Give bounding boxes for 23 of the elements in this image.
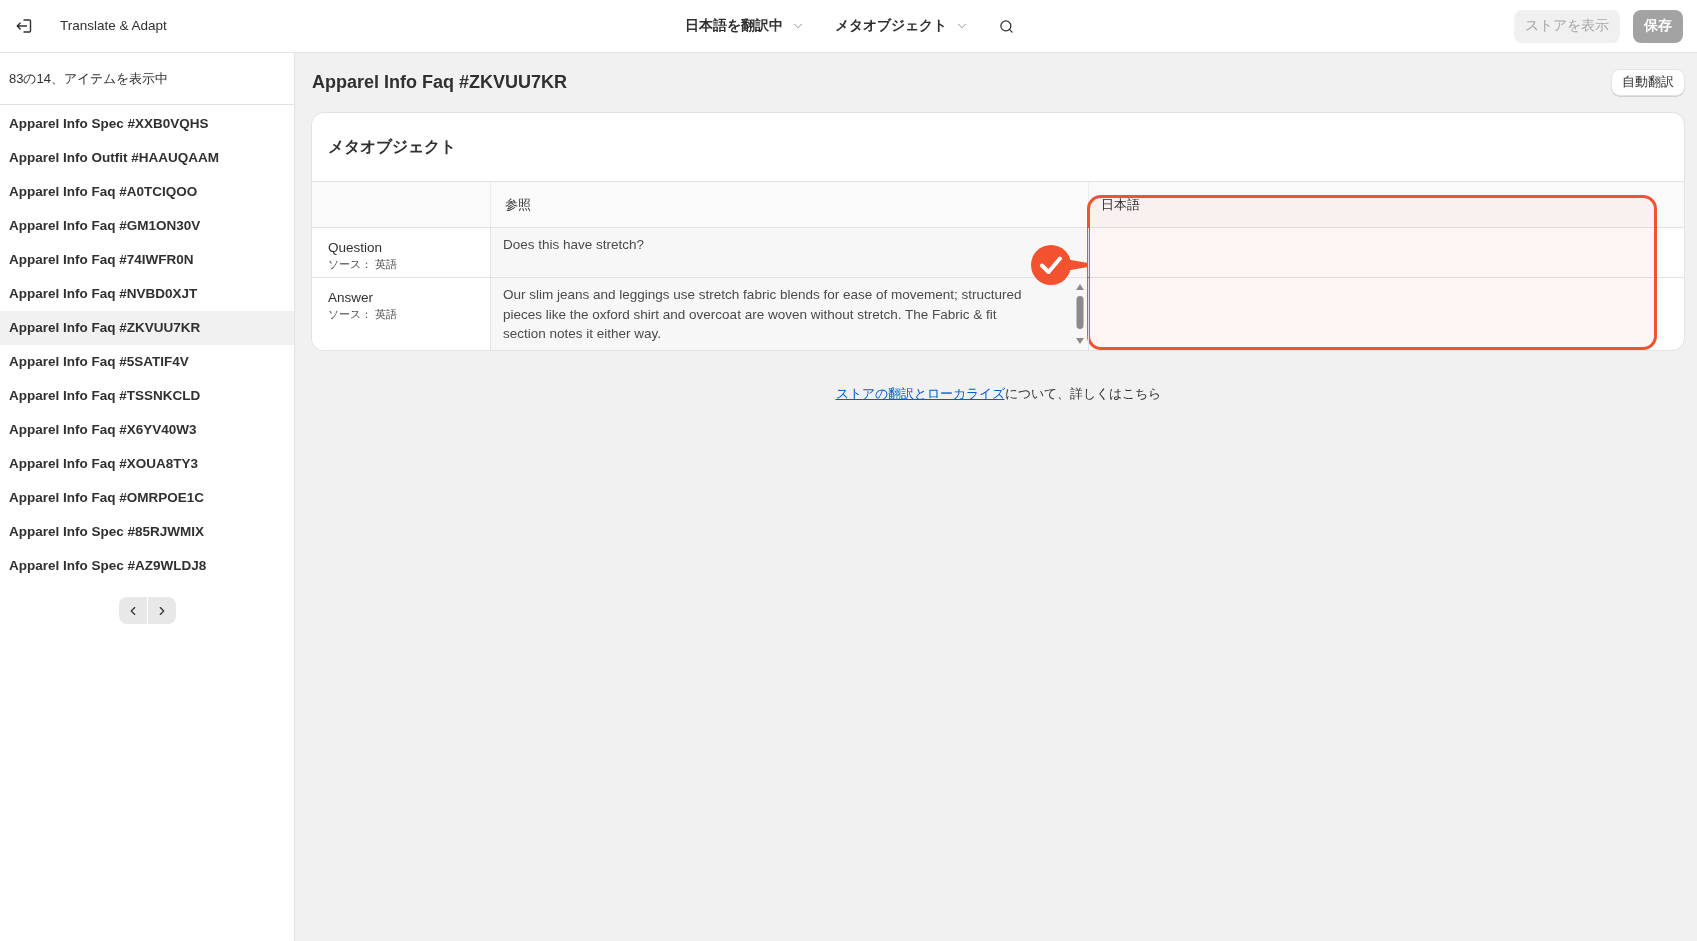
help-text: ストアの翻訳とローカライズについて、詳しくはこちら <box>835 384 1161 403</box>
reference-text: Our slim jeans and leggings use stretch fabric blends for ease of movement; structured pieces like the oxford shirt and overcoat are woven without stretch. The Fabric & fit section notes it either way. <box>503 286 1023 343</box>
field-label: Question <box>328 239 384 257</box>
scrollbar[interactable] <box>1075 283 1085 345</box>
field-label: Answer <box>328 289 374 307</box>
exit-icon[interactable] <box>16 19 32 33</box>
column-header: 日本語 <box>1101 195 1140 214</box>
card-title: メタオブジェクト <box>328 137 456 157</box>
reference-text: Does this have stretch? <box>503 236 646 254</box>
source-label: ソース： 英語 <box>328 307 399 322</box>
previous-page-button[interactable] <box>118 597 147 624</box>
search-icon[interactable] <box>999 18 1014 34</box>
next-page-button[interactable] <box>147 597 176 624</box>
dropdown-menu[interactable]: メタオブジェクト <box>835 15 969 37</box>
source-label: ソース： 英語 <box>328 257 399 272</box>
sidebar-item[interactable]: Apparel Info Faq #ZKVUU7KR <box>0 311 294 345</box>
dropdown-menu[interactable]: 日本語を翻訳中 <box>685 15 805 37</box>
item-count: 83の14、アイテムを表示中 <box>9 69 168 88</box>
column-header: 参照 <box>505 195 531 214</box>
help-link[interactable]: ストアの翻訳とローカライズ <box>835 385 1005 401</box>
app-title: Translate & Adapt <box>60 16 167 35</box>
auto-translate-button[interactable]: 自動翻訳 <box>1612 70 1684 95</box>
page-title: Apparel Info Faq #ZKVUU7KR <box>312 71 568 94</box>
